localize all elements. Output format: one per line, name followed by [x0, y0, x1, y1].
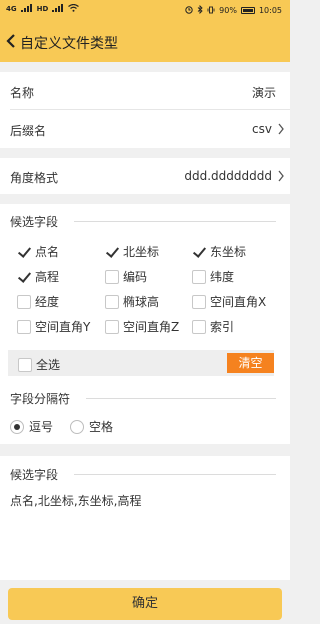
radio-circle [70, 419, 84, 434]
section-line [74, 474, 276, 475]
clock: 10:05 [258, 6, 282, 15]
chevron-right-icon [278, 123, 284, 135]
field-checkbox[interactable]: 点名 [17, 243, 59, 260]
field-label: 高程 [35, 270, 60, 284]
checkbox-checked [17, 244, 31, 259]
separator-title: 字段分隔符 [10, 392, 71, 406]
divider [10, 109, 290, 110]
field-checkbox[interactable]: 索引 [192, 318, 234, 335]
signal-icon-2 [52, 4, 64, 14]
checkbox-box [17, 294, 31, 309]
name-value[interactable]: 演示 [252, 84, 276, 101]
clear-button[interactable]: 清空 [227, 353, 274, 373]
field-checkbox[interactable]: 空间直角X [192, 293, 266, 310]
field-checkbox[interactable]: 纬度 [192, 268, 234, 285]
status-left: 4G HD [6, 3, 80, 14]
section-line [86, 398, 276, 399]
suffix-label: 后缀名 [10, 124, 47, 138]
field-label: 点名 [35, 245, 60, 259]
candidate-fields-title: 候选字段 [10, 215, 59, 229]
selected-fields-title: 候选字段 [10, 468, 59, 482]
alarm-icon [185, 5, 193, 16]
radio-label-comma: 逗号 [29, 420, 54, 434]
field-checkbox[interactable]: 北坐标 [105, 243, 159, 260]
select-all-label: 全选 [36, 358, 61, 372]
field-label: 北坐标 [123, 245, 160, 259]
basic-info-panel: 名称 演示 后缀名 csv [0, 72, 290, 148]
select-all-checkbox[interactable]: 全选 [18, 356, 60, 373]
field-checkbox[interactable]: 经度 [17, 293, 59, 310]
vibrate-icon [207, 6, 215, 16]
radio-comma[interactable]: 逗号 [10, 418, 53, 435]
angle-format-row[interactable]: 角度格式 ddd.dddddddd [0, 158, 290, 194]
network-type-2: HD [36, 4, 49, 13]
checkbox-box [18, 357, 32, 372]
angle-label: 角度格式 [10, 171, 59, 185]
field-label: 编码 [123, 270, 148, 284]
selected-fields-value: 点名,北坐标,东坐标,高程 [10, 494, 142, 508]
checkbox-box [105, 319, 119, 334]
radio-label-space: 空格 [89, 420, 114, 434]
field-checkbox[interactable]: 椭球高 [105, 293, 159, 310]
confirm-button[interactable]: 确定 [8, 588, 282, 620]
chevron-left-icon [6, 34, 15, 48]
checkbox-checked [105, 244, 119, 259]
field-label: 索引 [210, 320, 235, 334]
status-right: 90% 10:05 [185, 4, 282, 16]
field-label: 东坐标 [210, 245, 247, 259]
field-label: 纬度 [210, 270, 235, 284]
network-type: 4G [6, 4, 17, 13]
name-label: 名称 [10, 86, 35, 100]
signal-icon [20, 4, 33, 14]
checkbox-checked [17, 269, 31, 284]
field-label: 椭球高 [123, 295, 160, 309]
checkbox-box [105, 294, 119, 309]
bluetooth-icon [197, 4, 203, 16]
page-title: 自定义文件类型 [20, 36, 118, 52]
wifi-icon [68, 3, 80, 14]
field-label: 空间直角Y [35, 320, 91, 334]
checkbox-box [105, 269, 119, 284]
status-bar: 4G HD 90% 10:05 [0, 0, 290, 22]
select-all-bar: 全选 清空 [8, 350, 274, 376]
checkbox-box [192, 319, 206, 334]
field-checkbox[interactable]: 空间直角Y [17, 318, 90, 335]
field-checkbox[interactable]: 高程 [17, 268, 59, 285]
checkbox-box [192, 269, 206, 284]
title-bar: 自定义文件类型 [0, 22, 290, 62]
field-label: 经度 [35, 295, 60, 309]
battery-percent: 90% [219, 6, 237, 15]
checkbox-box [192, 294, 206, 309]
suffix-value: csv [252, 122, 272, 136]
checkbox-box [17, 319, 31, 334]
field-checkbox[interactable]: 编码 [105, 268, 147, 285]
field-checkbox[interactable]: 东坐标 [192, 243, 246, 260]
radio-space[interactable]: 空格 [70, 418, 113, 435]
radio-circle [10, 419, 24, 434]
field-label: 空间直角Z [123, 320, 180, 334]
battery-icon [240, 7, 255, 14]
chevron-right-icon [278, 170, 284, 182]
field-label: 空间直角X [210, 295, 267, 309]
field-checkbox[interactable]: 空间直角Z [105, 318, 179, 335]
checkbox-checked [192, 244, 206, 259]
back-button[interactable] [4, 30, 20, 52]
angle-value: ddd.dddddddd [184, 169, 272, 183]
section-line [74, 221, 276, 222]
